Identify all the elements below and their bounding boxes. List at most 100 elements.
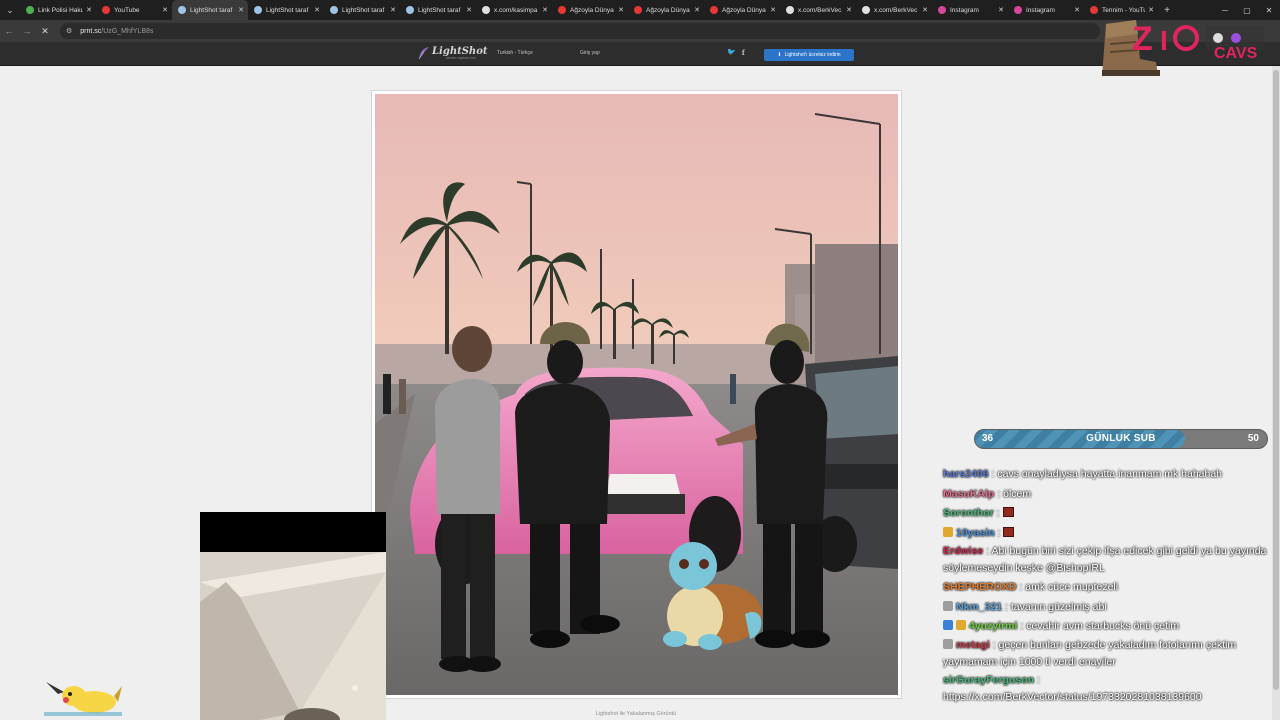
svg-text:I: I <box>1160 25 1168 56</box>
tab-close-icon[interactable]: ✕ <box>770 6 776 14</box>
browser-tab[interactable]: LightShot taraf ✕ <box>400 0 476 20</box>
tab-favicon-icon <box>26 6 34 14</box>
chat-username[interactable]: MasuKAlp <box>943 488 994 500</box>
browser-tab[interactable]: LightShot taraf ✕ <box>248 0 324 20</box>
tab-favicon-icon <box>254 6 262 14</box>
tab-title: LightShot taraf <box>190 6 233 14</box>
browser-tab[interactable]: x.com/BerkVec ✕ <box>780 0 856 20</box>
tab-close-icon[interactable]: ✕ <box>86 6 92 14</box>
chat-username[interactable]: 10yasin <box>956 527 995 539</box>
social-links: 🐦 f <box>727 48 745 57</box>
tab-close-icon[interactable]: ✕ <box>314 6 320 14</box>
back-button[interactable]: ← <box>0 20 18 42</box>
chat-username[interactable]: Erdwise <box>943 545 983 557</box>
stream-chat: hars2406 : cavs onayladıysa hayatta inan… <box>943 465 1273 707</box>
chat-message: sirGurayFerguson : https://x.com/BerkVec… <box>943 672 1273 706</box>
chat-text: ölcem <box>1003 487 1032 500</box>
browser-tab[interactable]: Ağzoyla Dünya ✕ <box>552 0 628 20</box>
address-host: prnt.sc <box>80 27 102 35</box>
chat-username[interactable]: Nkm_321 <box>956 601 1002 613</box>
chat-separator: : <box>1002 600 1011 613</box>
download-button-label: Lightshot'ı ücretsiz indirin <box>784 52 841 58</box>
tab-title: YouTube <box>114 6 140 14</box>
chat-separator: : <box>994 487 1004 500</box>
tab-close-icon[interactable]: ✕ <box>162 6 168 14</box>
sub-goal-target: 50 <box>1247 433 1259 444</box>
browser-tab[interactable]: x.com/kasimpa ✕ <box>476 0 552 20</box>
chat-message: metagi : geçen bunları gebzede yakaladım… <box>943 637 1273 671</box>
chat-username[interactable]: hars2406 <box>943 468 989 480</box>
lightshot-header: LightShot screen capture tool Turkish - … <box>0 42 1280 66</box>
browser-tab[interactable]: x.com/BerkVec ✕ <box>856 0 932 20</box>
tab-favicon-icon <box>938 6 946 14</box>
tab-title: Ağzoyla Dünya <box>646 6 690 14</box>
tab-close-icon[interactable]: ✕ <box>998 6 1004 14</box>
chat-message: SHEPHEROXD : amk cüce muptezeli <box>943 578 1273 598</box>
tab-close-icon[interactable]: ✕ <box>618 6 624 14</box>
browser-tab[interactable]: YouTube ✕ <box>96 0 172 20</box>
chat-username[interactable]: SHEPHEROXD <box>943 581 1017 593</box>
address-bar[interactable]: ⚙ prnt.sc /UzG_MhfYLB8s <box>60 23 1100 39</box>
tab-favicon-icon <box>1014 6 1022 14</box>
scrollbar-thumb[interactable] <box>1273 70 1279 690</box>
screenshot-image[interactable] <box>375 94 898 695</box>
tab-close-icon[interactable]: ✕ <box>922 6 928 14</box>
tab-favicon-icon <box>710 6 718 14</box>
chat-separator: : <box>988 468 998 480</box>
tab-title: Tennim - YouTu <box>1102 6 1146 14</box>
chat-username[interactable]: sirGurayFerguson <box>943 674 1034 686</box>
chat-message: MasuKAlp : ölcem <box>943 485 1273 505</box>
login-link[interactable]: Giriş yap <box>580 50 600 56</box>
chat-username[interactable]: 4yuzyirmi <box>969 620 1017 632</box>
chat-message: hars2406 : cavs onayladıysa hayatta inan… <box>943 465 1273 485</box>
stop-loading-button[interactable]: ✕ <box>36 20 54 42</box>
tab-close-icon[interactable]: ✕ <box>542 6 548 14</box>
site-info-icon[interactable]: ⚙ <box>66 27 72 35</box>
chat-separator: : <box>1017 620 1027 632</box>
chat-username[interactable]: metagi <box>956 639 990 651</box>
twitter-icon[interactable]: 🐦 <box>727 48 736 57</box>
chat-separator: : <box>994 526 1004 539</box>
browser-tab[interactable]: LightShot taraf ✕ <box>172 0 248 20</box>
tab-close-icon[interactable]: ✕ <box>390 6 396 14</box>
chat-text: tavanın güzelmiş abi <box>1010 600 1107 613</box>
tab-close-icon[interactable]: ✕ <box>694 6 700 14</box>
chat-text: cavs onayladıysa hayatta inanmam mk haha… <box>997 468 1223 480</box>
tab-favicon-icon <box>406 6 414 14</box>
lightshot-logo[interactable]: LightShot screen capture tool <box>418 46 488 60</box>
tab-close-icon[interactable]: ✕ <box>238 6 244 14</box>
tab-close-icon[interactable]: ✕ <box>466 6 472 14</box>
facebook-icon[interactable]: f <box>742 48 745 57</box>
page-scrollbar[interactable] <box>1272 66 1280 720</box>
chat-separator: : <box>989 638 999 651</box>
tab-title: Instagram <box>1026 6 1055 14</box>
tab-title: Ağzoyla Dünya <box>722 6 766 14</box>
chat-username[interactable]: Soronthor <box>943 507 994 519</box>
screenshot-image-frame <box>371 90 902 699</box>
tab-search-button[interactable]: ⌄ <box>0 0 20 20</box>
webcam-feed <box>200 512 386 720</box>
browser-tab[interactable]: Instagram ✕ <box>1008 0 1084 20</box>
chat-message: 4yuzyirmi : cevahir avm starbucks önü çe… <box>943 617 1273 637</box>
browser-tab[interactable]: Instagram ✕ <box>932 0 1008 20</box>
browser-tab[interactable]: Ağzoyla Dünya ✕ <box>628 0 704 20</box>
tab-favicon-icon <box>102 6 110 14</box>
chat-message: 10yasin : <box>943 524 1273 544</box>
download-button[interactable]: ⬇ Lightshot'ı ücretsiz indirin <box>764 49 854 61</box>
tab-title: Link Polisi Haku <box>38 6 84 14</box>
browser-tab[interactable]: Link Polisi Haku ✕ <box>20 0 96 20</box>
language-selector[interactable]: Turkish - Türkçe <box>497 50 533 56</box>
browser-toolbar: ← → ✕ ⚙ prnt.sc /UzG_MhfYLB8s <box>0 20 1280 42</box>
tab-close-icon[interactable]: ✕ <box>1074 6 1080 14</box>
webcam-overlay <box>200 512 386 720</box>
tab-favicon-icon <box>634 6 642 14</box>
browser-tab[interactable]: Ağzoyla Dünya ✕ <box>704 0 780 20</box>
tab-close-icon[interactable]: ✕ <box>846 6 852 14</box>
forward-button[interactable]: → <box>18 20 36 42</box>
tab-close-icon[interactable]: ✕ <box>1148 6 1154 14</box>
chat-text: cevahir avm starbucks önü çetim <box>1026 620 1180 632</box>
browser-tab[interactable]: LightShot taraf ✕ <box>324 0 400 20</box>
browser-tab-strip: ⌄ Link Polisi Haku ✕ YouTube ✕ LightShot tar… <box>0 0 1280 20</box>
lightshot-image-caption: Lightshot ile Yakalanmış Görüntü <box>595 711 677 717</box>
chat-emote-icon <box>1003 526 1015 537</box>
